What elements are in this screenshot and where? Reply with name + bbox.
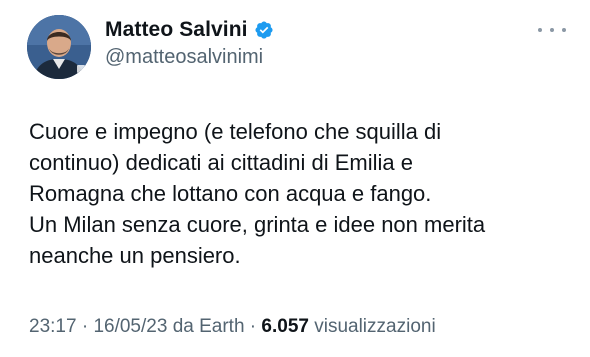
views-label: visualizzazioni bbox=[314, 316, 436, 337]
tweet-date[interactable]: 16/05/23 bbox=[93, 316, 167, 337]
avatar-photo-icon bbox=[27, 15, 91, 79]
tweet-text: Cuore e impegno (e telefono che squilla … bbox=[29, 116, 574, 271]
more-dot bbox=[562, 28, 566, 32]
verified-badge-icon bbox=[254, 20, 274, 40]
meta-separator: · bbox=[81, 316, 89, 337]
author-handle[interactable]: @matteosalvinimi bbox=[105, 46, 274, 69]
more-dot bbox=[538, 28, 542, 32]
more-options-icon[interactable] bbox=[538, 22, 566, 38]
author-name-row: Matteo Salvini bbox=[105, 16, 274, 44]
author-avatar[interactable] bbox=[27, 15, 91, 79]
tweet-text-line: continuo) dedicati ai cittadini di Emili… bbox=[29, 150, 413, 175]
tweet-meta: 23:17 · 16/05/23 da Earth · 6.057 visual… bbox=[29, 316, 436, 338]
tweet-source: da Earth bbox=[172, 316, 245, 337]
more-dot bbox=[550, 28, 554, 32]
tweet-card: Matteo Salvini @matteosalvinimi Cuore e … bbox=[0, 0, 590, 357]
tweet-text-line: Un Milan senza cuore, grinta e idee non … bbox=[29, 212, 486, 237]
tweet-time[interactable]: 23:17 bbox=[29, 316, 77, 337]
author-block: Matteo Salvini @matteosalvinimi bbox=[105, 16, 274, 69]
meta-separator: · bbox=[249, 316, 257, 337]
tweet-text-line: neanche un pensiero. bbox=[29, 243, 241, 268]
tweet-text-line: Cuore e impegno (e telefono che squilla … bbox=[29, 119, 442, 144]
tweet-text-line: Romagna che lottano con acqua e fango. bbox=[29, 181, 432, 206]
author-display-name[interactable]: Matteo Salvini bbox=[105, 18, 248, 42]
views-count[interactable]: 6.057 bbox=[261, 316, 309, 337]
